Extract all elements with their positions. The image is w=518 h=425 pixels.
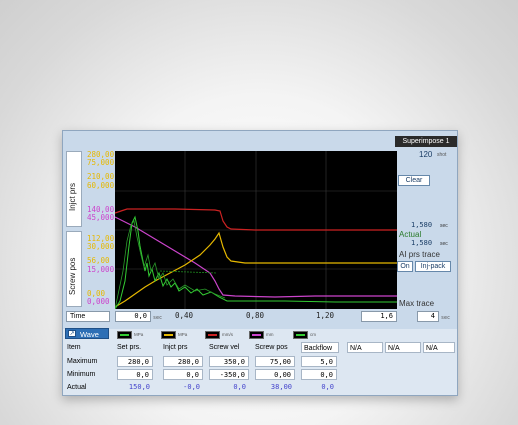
trace-on-button[interactable]: On <box>397 261 413 272</box>
axis-tick-label: 60,000 <box>87 181 115 190</box>
time-tick-1: 0,40 <box>175 311 194 320</box>
time1-unit: sec <box>440 223 448 229</box>
clear-button[interactable]: Clear <box>398 175 430 186</box>
axis-tick-label: 0,000 <box>87 297 110 306</box>
table-header-cell: Injct prs <box>163 344 188 351</box>
table-value-cell[interactable]: 350,0 <box>209 356 249 367</box>
time2-value: 1,580 <box>411 239 433 247</box>
table-row-label: Actual <box>67 384 87 391</box>
table-value-cell: 0,0 <box>233 383 246 391</box>
legend-swatch <box>117 331 132 339</box>
table-header-cell: Set prs. <box>117 344 142 351</box>
table-row-label: Maximum <box>67 358 98 365</box>
table-value-cell[interactable]: 280,0 <box>117 356 153 367</box>
table-header-cell: N/A <box>385 342 421 353</box>
table-value-cell: 0,0 <box>321 383 334 391</box>
table-row-label: Minimum <box>67 371 96 378</box>
table-header-cell: Screw pos <box>255 344 288 351</box>
wave-table-area: ↗ Wave MPa MPa mm/s mm cm Item Set prs. Injct … <box>63 328 457 395</box>
table-value-cell: 38,00 <box>270 383 292 391</box>
table-value-cell[interactable]: 0,0 <box>117 369 153 380</box>
table-header-row: Item Set prs. Injct prs Screw vel Screw pos B… <box>63 342 457 354</box>
table-value-cell[interactable]: 0,0 <box>301 369 337 380</box>
table-header-cell: N/A <box>423 342 455 353</box>
table-header-cell: Backflow <box>301 342 339 353</box>
wave-tab[interactable]: ↗ Wave <box>65 328 109 339</box>
axis-tick-label: 56,00 <box>87 256 110 265</box>
time-axis-label: Time <box>66 311 110 322</box>
table-header-cell: Screw vel <box>209 344 240 351</box>
wave-tab-label: Wave <box>80 330 99 339</box>
shot-count: 120 <box>419 150 433 159</box>
time-start-input[interactable]: 0,0 <box>115 311 151 322</box>
axis-tick-label: 30,000 <box>87 242 115 251</box>
inj-pack-select[interactable]: Inj-pack <box>415 261 451 272</box>
legend-unit: cm <box>310 332 316 337</box>
screw-pos-axis-label: Screw pos <box>68 257 77 295</box>
time2-unit: sec <box>440 241 448 247</box>
table-row: Actual 150,0 -0,0 0,0 38,00 0,0 <box>63 382 457 394</box>
time-end-input[interactable]: 1,6 <box>361 311 397 322</box>
time-tick-2: 0,80 <box>246 311 265 320</box>
table-value-cell[interactable]: -350,0 <box>209 369 249 380</box>
table-value-cell[interactable]: 0,00 <box>255 369 295 380</box>
table-value-cell: -0,0 <box>183 383 200 391</box>
max-trace-unit: sec <box>441 315 451 321</box>
legend-swatch <box>161 331 176 339</box>
table-value-cell: 150,0 <box>128 383 150 391</box>
legend-unit: MPa <box>134 332 144 337</box>
table-value-cell[interactable]: 5,0 <box>301 356 337 367</box>
table-header-cell: Item <box>67 344 81 351</box>
waveform-monitor-panel: Superimpose 1 120 shot Injct prs Screw p… <box>62 130 458 396</box>
legend-swatch <box>293 331 308 339</box>
axis-tick-label: 45,000 <box>87 213 115 222</box>
waveform-svg <box>114 151 397 310</box>
table-row: Minimum 0,0 0,0 -350,0 0,00 0,0 <box>63 369 457 381</box>
actual-label: Actual <box>399 230 422 239</box>
max-trace-input[interactable]: 4 <box>417 311 439 322</box>
legend-unit: mm <box>266 332 274 337</box>
legend-unit: MPa <box>178 332 188 337</box>
time-start-unit: sec <box>153 315 163 321</box>
expand-icon[interactable]: ↗ <box>68 330 76 337</box>
legend-swatch <box>249 331 264 339</box>
superimpose-badge[interactable]: Superimpose 1 <box>395 136 457 147</box>
axis-tick-label: 15,000 <box>87 265 115 274</box>
table-value-cell[interactable]: 75,00 <box>255 356 295 367</box>
shot-unit: shot <box>437 152 447 158</box>
axis-tick-label: 210,00 <box>87 172 115 181</box>
legend-swatch <box>205 331 220 339</box>
axis-tick-label: 75,000 <box>87 158 115 167</box>
max-trace-label: Max trace <box>399 299 435 308</box>
time1-value: 1,580 <box>411 221 433 229</box>
time-tick-3: 1,20 <box>316 311 335 320</box>
table-value-cell[interactable]: 280,0 <box>163 356 203 367</box>
legend-unit: mm/s <box>222 332 233 337</box>
waveform-plot[interactable] <box>114 151 397 310</box>
table-row: Maximum 280,0 280,0 350,0 75,00 5,0 <box>63 356 457 368</box>
table-header-cell: N/A <box>347 342 383 353</box>
ai-prs-trace-label: AI prs trace <box>399 250 440 259</box>
table-value-cell[interactable]: 0,0 <box>163 369 203 380</box>
injct-prs-axis-label: Injct prs <box>68 182 77 211</box>
